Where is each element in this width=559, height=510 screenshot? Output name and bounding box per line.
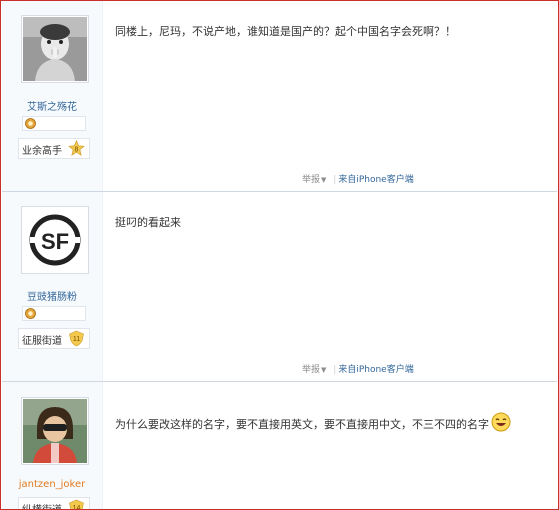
shield-badge-icon: 11 (69, 330, 84, 347)
post-content: 为什么要改这样的名字，要不直接用英文，要不直接用中文，不三不四的名字 (115, 412, 511, 432)
post-footer: 举报▼ | 来自iPhone客户端 (302, 362, 414, 375)
username-link[interactable]: jantzen_joker (2, 479, 102, 490)
star-badge-icon: 8 (68, 140, 85, 156)
svg-text:SF: SF (41, 229, 69, 254)
svg-text:14: 14 (73, 505, 81, 510)
client-source-link[interactable]: 来自iPhone客户端 (338, 365, 413, 375)
report-link[interactable]: 举报▼ (302, 175, 331, 185)
child-photo-avatar (23, 17, 87, 81)
post: 艾斯之殇花 业余高手 8 同楼上，尼玛，不说产地，谁知道是国产的？起个中国名字会… (2, 1, 557, 191)
user-sidebar: SF 豆豉猪肠粉 征服街道 11 (2, 192, 103, 381)
medal-box (22, 116, 86, 131)
report-link[interactable]: 举报▼ (302, 365, 331, 375)
thread-frame: 艾斯之殇花 业余高手 8 同楼上，尼玛，不说产地，谁知道是国产的？起个中国名字会… (0, 0, 559, 510)
medal-icon[interactable] (25, 118, 36, 129)
rank-box: 征服街道 11 (18, 328, 90, 349)
post: SF 豆豉猪肠粉 征服街道 11 挺叼的看起来 举报▼ | 来自iPhone客户… (2, 192, 557, 381)
person-photo-avatar (23, 399, 87, 463)
svg-text:11: 11 (73, 336, 80, 343)
client-source-link[interactable]: 来自iPhone客户端 (338, 175, 413, 185)
rank-label: 业余高手 (22, 146, 62, 157)
divider: | (333, 175, 337, 185)
rank-box: 纵横街道 14 (18, 497, 90, 510)
rank-label: 纵横街道 (22, 501, 62, 509)
post: jantzen_joker 纵横街道 14 为什么要改这样的名字，要不直接用英文… (2, 382, 557, 510)
user-sidebar: jantzen_joker 纵横街道 14 (2, 382, 103, 510)
user-avatar[interactable] (21, 15, 89, 83)
medal-box (22, 306, 86, 321)
user-avatar[interactable]: SF (21, 206, 89, 274)
sf-logo-avatar: SF (23, 208, 87, 272)
user-sidebar: 艾斯之殇花 业余高手 8 (2, 1, 103, 191)
rank-label: 征服街道 (22, 336, 62, 347)
svg-text:8: 8 (75, 146, 79, 153)
post-text: 为什么要改这样的名字，要不直接用英文，要不直接用中文，不三不四的名字 (115, 418, 489, 431)
username-link[interactable]: 艾斯之殇花 (2, 98, 102, 113)
username-link[interactable]: 豆豉猪肠粉 (2, 288, 102, 303)
divider: | (333, 365, 337, 375)
post-content: 挺叼的看起来 (115, 216, 181, 229)
rank-box: 业余高手 8 (18, 138, 90, 159)
user-avatar[interactable] (21, 397, 89, 465)
shield-badge-icon: 14 (69, 499, 84, 510)
caret-down-icon: ▼ (321, 176, 327, 184)
medal-icon[interactable] (25, 308, 36, 319)
post-footer: 举报▼ | 来自iPhone客户端 (302, 172, 414, 185)
caret-down-icon: ▼ (321, 366, 327, 374)
laughing-face-icon (491, 412, 511, 432)
post-content: 同楼上，尼玛，不说产地，谁知道是国产的？起个中国名字会死啊？！ (115, 25, 456, 38)
